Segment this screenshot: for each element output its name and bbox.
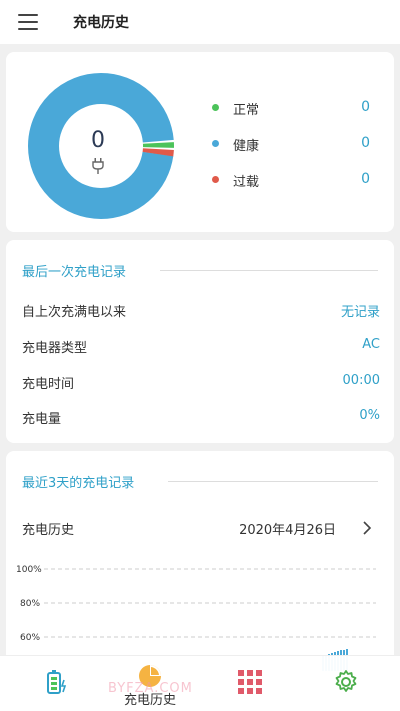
info-label: 充电时间 (22, 377, 75, 392)
charge-history-chart: 100% 80% 60% (16, 565, 376, 671)
legend-item-normal: 正常 0 (212, 98, 382, 118)
info-value: 0% (359, 408, 380, 423)
hamburger-menu-icon[interactable] (18, 14, 38, 30)
info-row-charger-type: 充电器类型 AC (22, 337, 380, 357)
info-row-charge-amount: 充电量 0% (22, 408, 380, 428)
nav-item-tools[interactable] (210, 656, 290, 711)
info-row-charge-time: 充电时间 00:00 (22, 373, 380, 393)
info-label: 充电器类型 (22, 341, 88, 356)
legend-value: 0 (361, 135, 370, 151)
legend-label: 健康 (233, 139, 260, 154)
y-tick-label: 80% (20, 599, 40, 609)
history-label: 充电历史 (22, 523, 75, 538)
chevron-right-icon[interactable] (362, 521, 372, 535)
battery-icon (47, 670, 67, 694)
info-label: 充电量 (22, 412, 62, 427)
battery-status-card: 0 正常 0 健康 0 过载 0 (6, 52, 394, 232)
y-tick-label: 100% (16, 565, 42, 575)
watermark: BYFZA.COM (108, 681, 193, 696)
green-dot-icon (212, 104, 219, 111)
nav-item-settings[interactable] (306, 656, 386, 711)
divider (168, 481, 378, 482)
info-value: 无记录 (340, 305, 380, 320)
info-value: 00:00 (342, 373, 380, 388)
legend-value: 0 (361, 171, 370, 187)
legend-label: 正常 (233, 103, 260, 118)
recent-charge-card: 最近3天的充电记录 充电历史 2020年4月26日 100% 80% 60% (6, 451, 394, 671)
history-date[interactable]: 2020年4月26日 (239, 519, 336, 538)
section-title: 最近3天的充电记录 (22, 476, 135, 491)
legend-value: 0 (361, 99, 370, 115)
gear-icon (335, 670, 357, 692)
page-title: 充电历史 (73, 15, 129, 31)
plug-icon (92, 158, 104, 174)
info-label: 自上次充满电以来 (22, 305, 127, 320)
divider (160, 270, 378, 271)
section-title: 最后一次充电记录 (22, 265, 127, 280)
info-row-since-full: 自上次充满电以来 无记录 (22, 301, 380, 321)
donut-center-value: 0 (91, 128, 105, 153)
info-value: AC (362, 337, 380, 352)
y-tick-label: 60% (20, 633, 40, 643)
legend-item-healthy: 健康 0 (212, 134, 382, 154)
bottom-nav: 充电历史 BYFZA.COM (0, 655, 400, 711)
grid-icon (238, 670, 262, 694)
red-dot-icon (212, 176, 219, 183)
legend-label: 过载 (233, 175, 260, 190)
top-app-bar: 充电历史 (0, 0, 400, 44)
blue-dot-icon (212, 140, 219, 147)
legend-item-overload: 过载 0 (212, 170, 382, 190)
last-charge-card: 最后一次充电记录 自上次充满电以来 无记录 充电器类型 AC 充电时间 00:0… (6, 240, 394, 443)
